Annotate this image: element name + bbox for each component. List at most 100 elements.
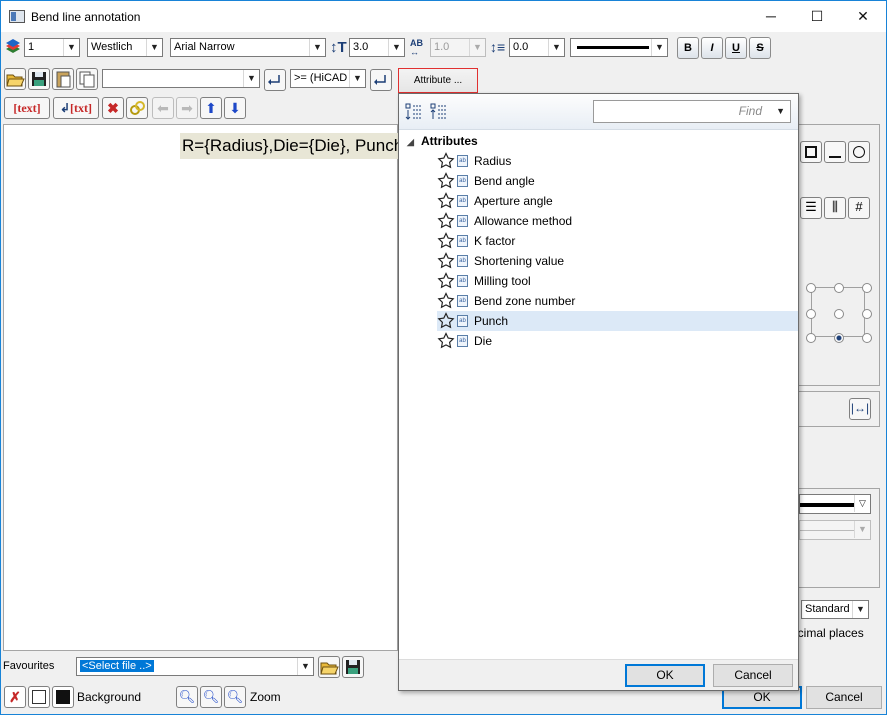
decimal-places-label: ecimal places xyxy=(791,626,864,640)
favorite-star-icon[interactable] xyxy=(437,312,455,330)
align-grid-button[interactable]: # xyxy=(848,197,870,219)
chevron-down-icon: ▼ xyxy=(854,521,870,538)
favorite-star-icon[interactable] xyxy=(437,292,455,310)
anchor-radio-tl[interactable] xyxy=(806,283,816,293)
attribute-item[interactable]: ab Bend zone number xyxy=(437,291,797,311)
line-type-select[interactable]: ▽ xyxy=(799,494,871,514)
link-button[interactable] xyxy=(126,97,148,119)
open-folder-button[interactable] xyxy=(4,68,26,90)
color-select[interactable]: Westlich ▼ xyxy=(87,38,163,57)
attribute-item-label: Radius xyxy=(474,154,512,168)
favorite-star-icon[interactable] xyxy=(437,172,455,190)
attribute-item-label: Milling tool xyxy=(474,274,531,288)
attribute-item[interactable]: ab Bend angle xyxy=(437,171,797,191)
back-button[interactable]: ⬅ xyxy=(152,97,174,119)
text-height-select[interactable]: 3.0 ▼ xyxy=(349,38,405,57)
frame-round-button[interactable] xyxy=(848,141,870,163)
window-title: Bend line annotation xyxy=(31,10,141,24)
condition-select[interactable]: >= (HiCAD ▼ xyxy=(290,69,366,88)
attribute-item[interactable]: ab Allowance method xyxy=(437,211,797,231)
no-background-button[interactable]: ✗ xyxy=(4,686,26,708)
delete-button[interactable]: ✖ xyxy=(102,97,124,119)
favourites-label: Favourites xyxy=(3,660,55,672)
black-background-button[interactable] xyxy=(52,686,74,708)
width-ratio-select[interactable]: 1.0 ▼ xyxy=(430,38,486,57)
bold-button[interactable]: B xyxy=(677,37,699,59)
find-combobox[interactable]: Find ▼ xyxy=(593,100,791,123)
font-select[interactable]: Arial Narrow ▼ xyxy=(170,38,326,57)
decimal-format-select[interactable]: Standard ▼ xyxy=(801,600,869,619)
zoom-fit-button[interactable]: 🔍︎ xyxy=(224,686,246,708)
favourites-open-button[interactable] xyxy=(318,656,340,678)
text-editor[interactable]: R={Radius},Die={Die}, Punch= xyxy=(3,124,399,651)
close-button[interactable]: ✕ xyxy=(840,1,886,32)
frame-underline-button[interactable] xyxy=(824,141,846,163)
favorite-star-icon[interactable] xyxy=(437,212,455,230)
move-down-button[interactable]: ⬇ xyxy=(224,97,246,119)
chevron-down-icon: ▼ xyxy=(309,39,325,56)
move-up-button[interactable]: ⬆ xyxy=(200,97,222,119)
zoom-in-button[interactable]: 🔍︎ xyxy=(176,686,198,708)
anchor-radio-tc[interactable] xyxy=(834,283,844,293)
sort-ascending-button[interactable] xyxy=(405,102,425,122)
magnifier-icon: 🔍︎ xyxy=(178,689,196,704)
attribute-item[interactable]: ab Aperture angle xyxy=(437,191,797,211)
favorite-star-icon[interactable] xyxy=(437,272,455,290)
anchor-radio-mc[interactable] xyxy=(834,309,844,319)
popup-ok-button[interactable]: OK xyxy=(625,664,705,687)
anchor-radio-tr[interactable] xyxy=(862,283,872,293)
attribute-item[interactable]: ab Punch xyxy=(437,311,798,331)
favorite-star-icon[interactable] xyxy=(437,152,455,170)
anchor-radio-ml[interactable] xyxy=(806,309,816,319)
insert-txt-button[interactable]: ↲[txt] xyxy=(53,97,99,119)
align-vertical-button[interactable]: ⫼ xyxy=(824,197,846,219)
favourites-select[interactable]: <Select file ..> ▼ xyxy=(76,657,314,676)
line-width-select[interactable]: ▼ xyxy=(799,520,871,540)
editor-text: R={Radius},Die={Die}, Punch= xyxy=(180,133,399,159)
copy-button[interactable] xyxy=(76,68,98,90)
line-style-select[interactable]: ▼ xyxy=(570,38,668,57)
fit-width-button[interactable]: |↔| xyxy=(849,398,871,420)
favourites-save-button[interactable] xyxy=(342,656,364,678)
layer-select[interactable]: 1 ▼ xyxy=(24,38,80,57)
minimize-button[interactable]: ─ xyxy=(748,1,794,32)
insert-snippet-button[interactable] xyxy=(264,69,286,91)
line-spacing-select[interactable]: 0.0 ▼ xyxy=(509,38,565,57)
insert-text-button[interactable]: [text] xyxy=(4,97,50,119)
zoom-out-button[interactable]: 🔍︎ xyxy=(200,686,222,708)
favorite-star-icon[interactable] xyxy=(437,252,455,270)
popup-cancel-button[interactable]: Cancel xyxy=(713,664,793,687)
maximize-button[interactable]: ☐ xyxy=(794,1,840,32)
width-ratio-value: 1.0 xyxy=(434,41,450,53)
anchor-radio-bc[interactable] xyxy=(834,333,844,343)
anchor-radio-mr[interactable] xyxy=(862,309,872,319)
attribute-item[interactable]: ab Die xyxy=(437,331,797,351)
strikethrough-button[interactable]: S xyxy=(749,37,771,59)
attribute-item[interactable]: ab Shortening value xyxy=(437,251,797,271)
favorite-star-icon[interactable] xyxy=(437,192,455,210)
insert-condition-button[interactable] xyxy=(370,69,392,91)
attribute-item[interactable]: ab Milling tool xyxy=(437,271,797,291)
anchor-radio-bl[interactable] xyxy=(806,333,816,343)
save-button[interactable] xyxy=(28,68,50,90)
underline-button[interactable]: U xyxy=(725,37,747,59)
tree-root-attributes[interactable]: ◢ Attributes xyxy=(407,134,478,148)
frame-box-button[interactable] xyxy=(800,141,822,163)
text-snippet-select[interactable]: ▼ xyxy=(102,69,260,88)
forward-button[interactable]: ➡ xyxy=(176,97,198,119)
attribute-item-label: Shortening value xyxy=(474,254,565,268)
favorite-star-icon[interactable] xyxy=(437,232,455,250)
align-horizontal-button[interactable]: ☰ xyxy=(800,197,822,219)
white-background-button[interactable] xyxy=(28,686,50,708)
favorite-star-icon[interactable] xyxy=(437,332,455,350)
tab-attribute[interactable]: Attribute ... xyxy=(398,68,478,93)
sort-descending-button[interactable] xyxy=(430,102,450,122)
attribute-item[interactable]: ab Radius xyxy=(437,151,797,171)
decimal-format-value: Standard xyxy=(805,603,850,615)
italic-button[interactable]: I xyxy=(701,37,723,59)
paste-button[interactable] xyxy=(52,68,74,90)
attribute-item[interactable]: ab K factor xyxy=(437,231,797,251)
cancel-button[interactable]: Cancel xyxy=(806,686,882,709)
anchor-radio-br[interactable] xyxy=(862,333,872,343)
attribute-popup: Find ▼ ◢ Attributes ab Radius ab Bend angle a… xyxy=(398,93,799,691)
